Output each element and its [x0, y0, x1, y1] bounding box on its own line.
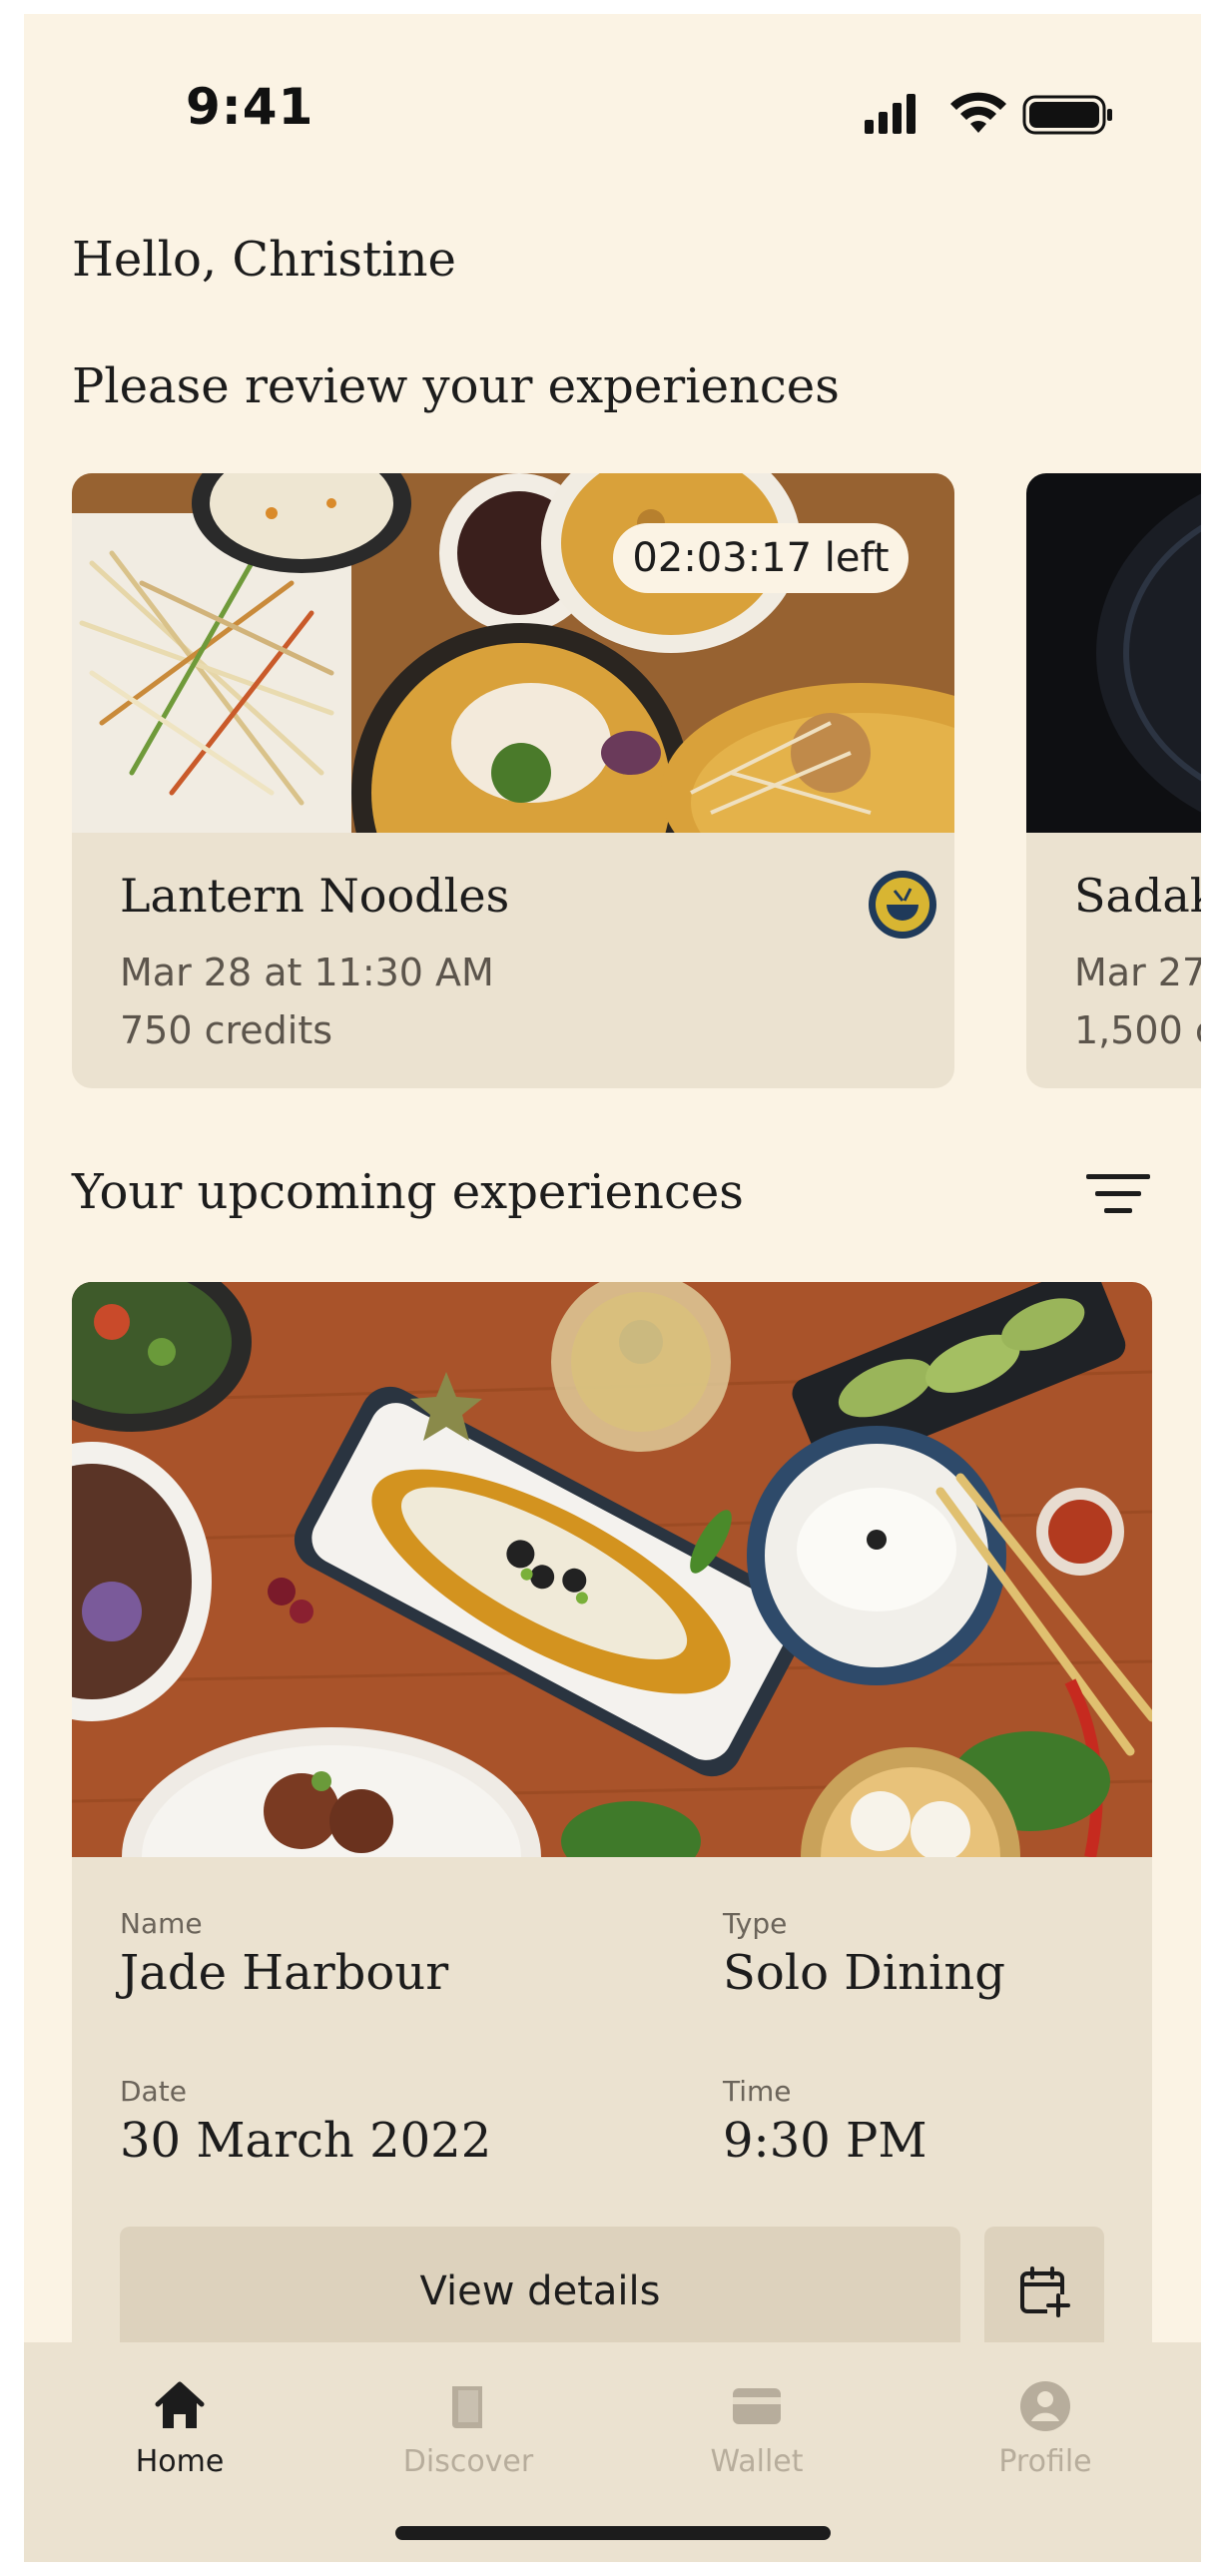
- experience-date: Mar 27: [1074, 951, 1201, 994]
- wallet-icon: [733, 2388, 781, 2424]
- status-time: 9:41: [186, 78, 314, 136]
- tab-wallet[interactable]: Wallet: [657, 2378, 857, 2479]
- experience-date: Mar 28 at 11:30 AM: [120, 951, 494, 994]
- book-icon: [452, 2386, 482, 2428]
- time-left-badge: 02:03:17 left: [613, 523, 909, 593]
- upcoming-section-title: Your upcoming experiences: [72, 1164, 744, 1220]
- name-label: Name: [120, 1907, 203, 1940]
- battery-icon: [1022, 95, 1112, 135]
- home-indicator: [395, 2526, 831, 2540]
- experience-time: 9:30 PM: [723, 2113, 927, 2169]
- profile-icon: [1020, 2381, 1070, 2431]
- wifi-icon: [950, 92, 1006, 133]
- greeting: Hello, Christine: [72, 232, 456, 288]
- restaurant-name: Jade Harbour: [120, 1945, 449, 2001]
- time-label: Time: [723, 2075, 792, 2108]
- tab-label: Discover: [402, 2444, 534, 2479]
- review-card[interactable]: 02:03:17 left Lantern Noodles Mar 28 at …: [72, 473, 954, 1088]
- tab-label: Wallet: [710, 2444, 804, 2479]
- app-screen: 9:41 Hello, Christine Please review your…: [24, 14, 1201, 2562]
- experience-date: 30 March 2022: [120, 2113, 492, 2169]
- filter-icon[interactable]: [1086, 1172, 1150, 1216]
- add-to-calendar-button[interactable]: [984, 2227, 1104, 2356]
- food-image: [1026, 473, 1201, 833]
- type-label: Type: [723, 1907, 788, 1940]
- experience-credits: 750 credits: [120, 1008, 333, 1052]
- home-icon: [155, 2381, 205, 2428]
- experience-credits: 1,500 c: [1074, 1008, 1201, 1052]
- cuisine-badge-icon: [869, 871, 936, 939]
- review-card[interactable]: Sadak Mar 27 1,500 c: [1026, 473, 1201, 1088]
- experience-type: Solo Dining: [723, 1945, 1006, 2001]
- tab-home[interactable]: Home: [80, 2378, 280, 2479]
- tab-label: Profile: [998, 2444, 1092, 2479]
- calendar-add-icon: [1020, 2266, 1070, 2317]
- review-section-title: Please review your experiences: [72, 358, 840, 414]
- restaurant-name: Sadak: [1074, 869, 1201, 923]
- restaurant-name: Lantern Noodles: [120, 869, 510, 923]
- date-label: Date: [120, 2075, 187, 2108]
- status-icons: [865, 92, 1112, 135]
- tab-discover[interactable]: Discover: [368, 2378, 568, 2479]
- signal-icon: [865, 94, 916, 134]
- food-image: [72, 1282, 1152, 1857]
- view-details-button[interactable]: View details: [120, 2227, 960, 2356]
- tab-label: Home: [135, 2444, 225, 2479]
- tab-profile[interactable]: Profile: [945, 2378, 1145, 2479]
